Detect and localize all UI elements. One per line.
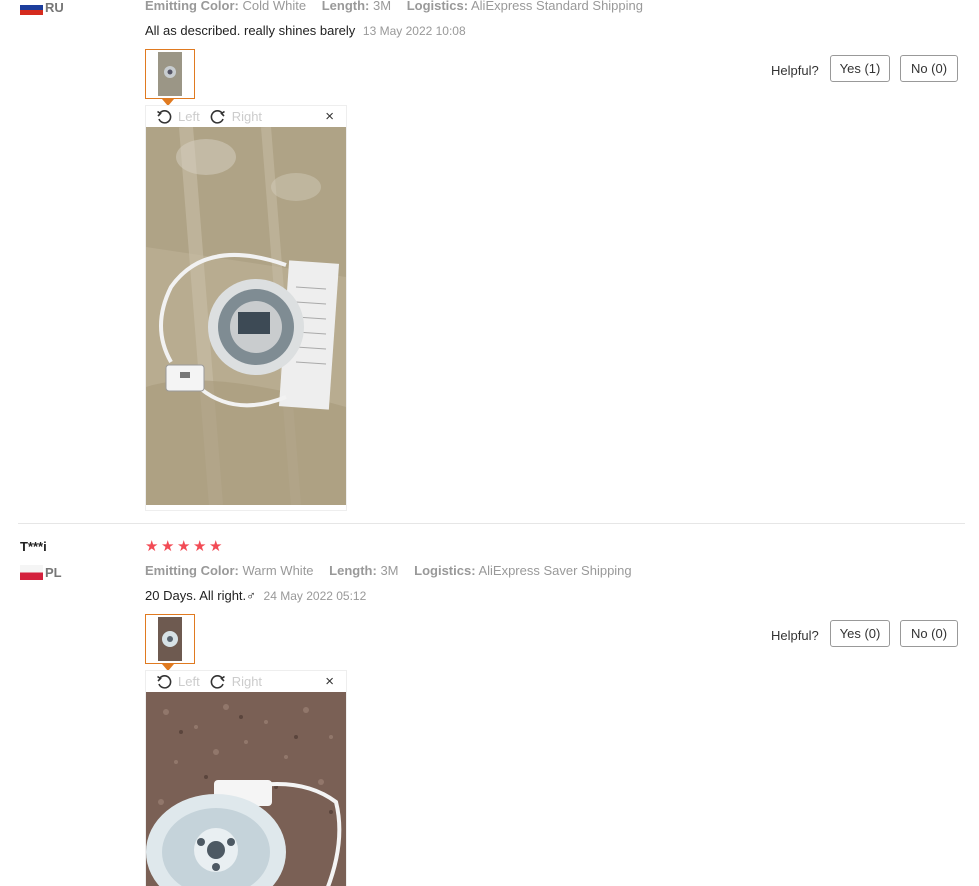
rotate-right-button[interactable]: Right [210, 674, 262, 690]
attr-value: 3M [373, 0, 392, 13]
photo-viewer: Left Right × [145, 670, 347, 886]
star-icon: ★ [209, 538, 223, 555]
attr-key: Emitting Color: [145, 563, 239, 578]
rotate-left-label: Left [178, 674, 200, 689]
rotate-right-label: Right [231, 109, 263, 124]
thumbnail-image [158, 52, 182, 96]
helpful-no-button[interactable]: No (0) [900, 620, 958, 647]
review-divider [18, 523, 965, 524]
sku-attributes: Emitting Color: Cold White Length: 3M Lo… [145, 0, 655, 13]
helpful-label: Helpful? [771, 628, 819, 643]
attr-value: 3M [380, 563, 399, 578]
review-content: All as described. really shines barely 1… [145, 23, 466, 38]
photo-viewer: Left Right × [145, 105, 347, 511]
attr-key: Length: [329, 563, 377, 578]
review-photo-thumbnail[interactable] [145, 49, 195, 106]
review-item: T***i PL ★ ★ ★ ★ ★ Emitting Color: Warm … [0, 533, 979, 886]
rotate-left-label: Left [178, 109, 200, 124]
star-icon: ★ [193, 538, 207, 555]
star-icon: ★ [177, 538, 191, 555]
review-photo [146, 692, 346, 886]
review-item: RU Emitting Color: Cold White Length: 3M… [0, 0, 979, 512]
review-date: 13 May 2022 10:08 [362, 24, 466, 38]
rotate-right-icon [210, 109, 225, 124]
helpful-label: Helpful? [771, 63, 819, 78]
sku-attributes: Emitting Color: Warm White Length: 3M Lo… [145, 563, 644, 578]
attr-key: Emitting Color: [145, 0, 239, 13]
attr-value: AliExpress Saver Shipping [478, 563, 632, 578]
star-icon: ★ [145, 538, 159, 555]
star-rating: ★ ★ ★ ★ ★ [145, 539, 224, 554]
helpful-yes-button[interactable]: Yes (1) [830, 55, 890, 82]
country-badge: RU [20, 0, 64, 15]
review-text: All as described. really shines barely [145, 23, 356, 38]
review-photo [146, 126, 346, 506]
rotate-left-button[interactable]: Left [156, 674, 200, 690]
country-code: RU [45, 0, 64, 15]
rotate-left-icon [157, 674, 172, 689]
review-content: 20 Days. All right.♂ 24 May 2022 05:12 [145, 588, 366, 603]
thumbnail-image [158, 617, 182, 661]
reviewer-name: T***i [20, 539, 47, 554]
attr-value: Cold White [242, 0, 307, 13]
review-date: 24 May 2022 05:12 [263, 589, 367, 603]
attr-value: Warm White [242, 563, 314, 578]
viewer-toolbar: Left Right × [146, 671, 346, 692]
rotate-left-button[interactable]: Left [156, 109, 200, 125]
review-photo-thumbnail[interactable] [145, 614, 195, 671]
attr-key: Logistics: [414, 563, 476, 578]
attr-value: AliExpress Standard Shipping [471, 0, 643, 13]
close-viewer-button[interactable]: × [325, 673, 334, 690]
flag-pl-icon [20, 565, 43, 580]
rotate-left-icon [157, 109, 172, 124]
flag-ru-icon [20, 0, 43, 15]
helpful-yes-button[interactable]: Yes (0) [830, 620, 890, 647]
attr-key: Length: [321, 0, 370, 13]
helpful-no-button[interactable]: No (0) [900, 55, 958, 82]
review-text: 20 Days. All right.♂ [145, 588, 256, 603]
star-icon: ★ [161, 538, 175, 555]
viewer-toolbar: Left Right × [146, 106, 346, 127]
country-code: PL [45, 565, 62, 580]
rotate-right-icon [210, 674, 225, 689]
rotate-right-button[interactable]: Right [210, 109, 262, 125]
attr-key: Logistics: [406, 0, 469, 13]
rotate-right-label: Right [231, 674, 263, 689]
country-badge: PL [20, 565, 62, 580]
close-viewer-button[interactable]: × [325, 108, 334, 125]
